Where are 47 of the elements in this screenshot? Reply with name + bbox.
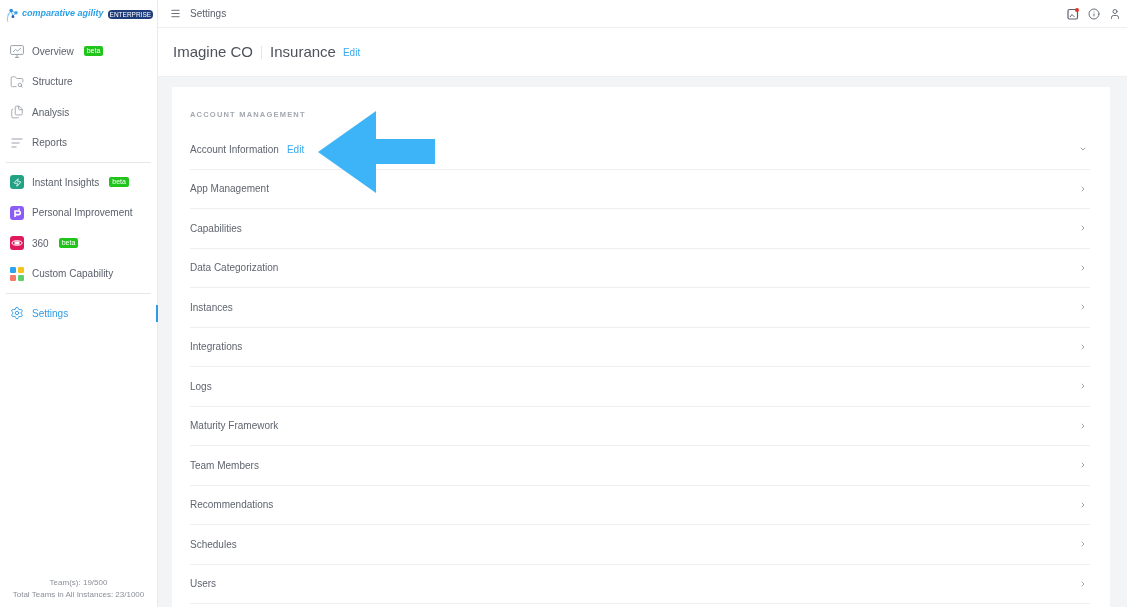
letter-tile-icon [10,205,24,220]
sidebar-item[interactable]: Structure [6,66,158,97]
monitor-chart-icon [10,44,24,58]
organization-name: Imagine CO [173,41,254,62]
user-icon[interactable] [1109,7,1121,20]
info-icon[interactable] [1088,7,1100,20]
sidebar-item[interactable]: Custom Capability [6,258,158,289]
settings-row[interactable]: Logs [190,367,1090,407]
settings-row[interactable]: Instances [190,288,1090,328]
row-label: Maturity Framework [190,419,279,434]
settings-icon [10,306,24,321]
sidebar-item[interactable]: Reports [6,127,158,158]
grid-squares-icon [10,266,24,281]
settings-row[interactable]: Team Members [190,446,1090,486]
active-indicator [156,305,158,322]
row-label: Logs [190,379,212,394]
settings-row[interactable]: Data Categorization [190,248,1090,288]
instance-name: Insurance [270,41,336,62]
folder-search-icon [10,74,24,89]
row-label: App Management [190,182,269,197]
settings-row[interactable]: Maturity Framework [190,406,1090,446]
sidebar-item[interactable]: Analysis [6,97,158,128]
settings-row[interactable]: Integrations [190,327,1090,367]
row-label: Capabilities [190,221,242,236]
documents-icon [10,105,24,120]
settings-row[interactable]: Schedules [190,525,1090,565]
row-label: Recommendations [190,498,274,513]
team-count-text: Total Teams in All Instances: 23/1000 [12,589,145,601]
row-label: Team Members [190,458,259,473]
page-title: Settings [190,7,227,21]
settings-row[interactable]: Capabilities [190,209,1090,249]
settings-row[interactable]: Recommendations [190,485,1090,525]
row-label: Account Information [190,142,279,157]
row-label: Data Categorization [190,261,279,276]
lightning-tile-icon [10,175,24,190]
row-label: Schedules [190,537,237,552]
image-icon[interactable] [1067,7,1079,20]
settings-row[interactable]: Users [190,564,1090,604]
row-label: Users [190,577,217,592]
row-label: Instances [190,300,233,315]
row-label: Integrations [190,340,243,355]
menu-icon[interactable] [170,8,181,19]
team-count-text: Team(s): 19/500 [49,577,108,589]
lines-icon [11,137,23,148]
oval-tile-icon [10,236,24,251]
logo-text: comparative agility [22,7,104,21]
sidebar-item[interactable]: Personal Improvement [6,197,158,228]
